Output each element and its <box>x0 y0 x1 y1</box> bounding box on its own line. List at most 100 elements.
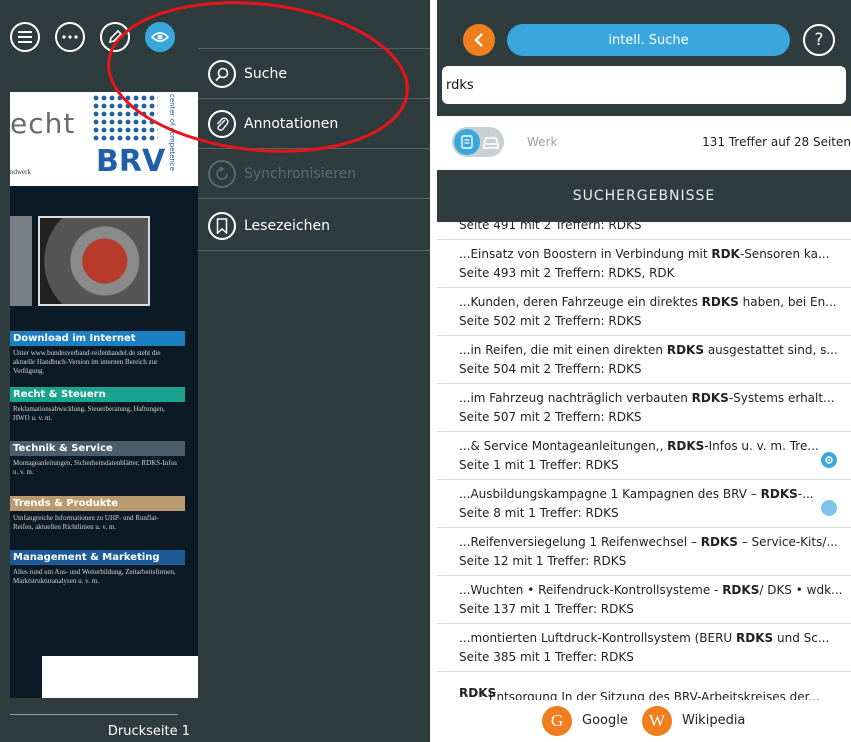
book-icon <box>454 129 480 155</box>
wikipedia-label[interactable]: Wikipedia <box>682 713 745 728</box>
help-button[interactable]: ? <box>803 24 835 56</box>
google-label[interactable]: Google <box>582 713 628 728</box>
drawer-item-annotationen[interactable]: Annotationen <box>198 99 430 149</box>
list-item[interactable]: ...Einsatz von Boostern in Verbindung mi… <box>437 240 851 288</box>
document-photo <box>38 216 150 306</box>
list-item[interactable]: ...in Reifen, die mit einen direkten RDK… <box>437 336 851 384</box>
results-header: SUCHERGEBNISSE <box>437 170 851 222</box>
filter-bar: Werk 131 Treffer auf 28 Seiten <box>437 116 851 170</box>
result-snippet: RDKS: Entsorgung In der Sitzung des BRV-… <box>459 686 820 700</box>
pen-button[interactable] <box>100 22 130 52</box>
wikipedia-icon[interactable]: W <box>642 706 672 736</box>
result-meta: Seite 12 mit 1 Treffer: RDKS <box>459 554 627 568</box>
reader-panel: echt ndwerk BRV center of competence Dow… <box>0 0 430 742</box>
section-text-download: Unter www.bundesverband-reifenhandel.de … <box>13 349 161 375</box>
drawer-item-label: Lesezeichen <box>244 217 330 234</box>
bookmark-icon <box>208 211 236 240</box>
result-snippet: ...im Fahrzeug nachträglich verbauten RD… <box>459 391 835 405</box>
menu-icon <box>18 31 32 43</box>
paperclip-icon <box>208 109 236 138</box>
document-photo-left <box>10 216 32 306</box>
result-snippet: ...Kunden, deren Fahrzeuge ein direktes … <box>459 295 837 309</box>
scope-toggle[interactable] <box>452 127 504 157</box>
section-title-recht: Recht & Steuern <box>10 387 185 402</box>
list-item[interactable]: ...Ausbildungskampagne 1 Kampagnen des B… <box>437 480 851 528</box>
result-meta: Seite 491 mit 2 Treffern: RDKS <box>459 222 642 232</box>
list-item[interactable]: RDKS: Entsorgung In der Sitzung des BRV-… <box>437 682 851 700</box>
list-item[interactable]: ...montierten Luftdruck-Kontrollsystem (… <box>437 624 851 672</box>
drawer-item-suche[interactable]: Suche <box>198 49 430 99</box>
result-count: 131 Treffer auf 28 Seiten <box>702 135 851 149</box>
list-item[interactable]: ...Kunden, deren Fahrzeuge ein direktes … <box>437 288 851 336</box>
pen-icon <box>108 30 122 44</box>
results-header-label: SUCHERGEBNISSE <box>572 188 716 204</box>
section-text-trends: Umfangreiche Informationen zu UHP- und R… <box>13 514 159 531</box>
search-mode-button[interactable]: intell. Suche <box>507 24 790 56</box>
sync-icon <box>208 159 236 188</box>
scroll-indicator[interactable] <box>821 500 837 516</box>
car-icon <box>483 137 499 149</box>
result-meta: Seite 385 mit 1 Treffer: RDKS <box>459 650 634 664</box>
list-item[interactable]: ...im Fahrzeug nachträglich verbauten RD… <box>437 384 851 432</box>
result-snippet: ...Wuchten • Reifendruck-Kontrollsysteme… <box>459 583 843 597</box>
search-panel: intell. Suche ? Werk 131 Treffer auf 28 … <box>437 0 851 742</box>
result-meta: Seite 493 mit 2 Treffern: RDKS, RDK <box>459 266 675 280</box>
section-text-technik: Montageanleitungen, Sicherheitsdatenblät… <box>13 459 177 476</box>
section-title-management: Management & Marketing <box>10 550 185 565</box>
help-icon: ? <box>814 30 824 50</box>
side-drawer: Suche Annotationen Synchronisieren Lesez… <box>198 0 430 742</box>
menu-button[interactable] <box>10 22 40 52</box>
more-icon <box>62 35 78 39</box>
section-title-trends: Trends & Produkte <box>10 496 185 511</box>
result-snippet: ...montierten Luftdruck-Kontrollsystem (… <box>459 631 830 645</box>
drawer-item-label: Synchronisieren <box>244 165 357 182</box>
document-footer-block <box>10 656 42 698</box>
result-meta: Seite 504 mit 2 Treffern: RDKS <box>459 362 642 376</box>
search-icon <box>208 59 236 88</box>
gear-icon <box>825 456 833 464</box>
result-meta: Seite 8 mit 1 Treffer: RDKS <box>459 506 619 520</box>
search-mode-label: intell. Suche <box>608 32 689 48</box>
search-input[interactable] <box>442 66 846 104</box>
drawer-item-label: Suche <box>244 65 287 82</box>
brand-text: echt <box>10 107 76 140</box>
eye-button[interactable] <box>145 22 175 52</box>
back-button[interactable] <box>463 24 495 56</box>
drawer-item-lesezeichen[interactable]: Lesezeichen <box>198 201 430 251</box>
result-snippet: ...Reifenversiegelung 1 Reifenwechsel – … <box>459 535 838 549</box>
section-title-download: Download im Internet <box>10 331 185 346</box>
reader-bottom-bar: Druckseite 1 <box>10 698 200 742</box>
logo-text: BRV <box>96 144 166 179</box>
brand-subtext: ndwerk <box>10 168 31 176</box>
list-item[interactable]: Seite 491 mit 2 Treffern: RDKS <box>437 222 851 240</box>
left-edge <box>0 0 10 742</box>
search-header: intell. Suche ? <box>437 0 851 116</box>
logo-dot-pattern <box>92 94 158 142</box>
google-icon[interactable]: G <box>542 706 572 736</box>
page-label: Druckseite 1 <box>107 724 190 739</box>
section-title-technik: Technik & Service <box>10 441 185 456</box>
result-snippet: ...& Service Montageanleitungen,, RDKS-I… <box>459 439 819 453</box>
logo-vertical-text: center of competence <box>168 94 176 172</box>
list-item[interactable]: ...Wuchten • Reifendruck-Kontrollsysteme… <box>437 576 851 624</box>
result-meta: Seite 137 mit 1 Treffer: RDKS <box>459 602 634 616</box>
section-text-management: Alles rund um Aus- und Weiterbildung, Ze… <box>13 568 176 585</box>
result-snippet: ...Ausbildungskampagne 1 Kampagnen des B… <box>459 487 814 501</box>
list-item[interactable]: ...& Service Montageanleitungen,, RDKS-I… <box>437 432 851 480</box>
filter-label: Werk <box>527 135 558 149</box>
list-item[interactable]: ...Reifenversiegelung 1 Reifenwechsel – … <box>437 528 851 576</box>
eye-icon <box>151 32 169 42</box>
result-meta: Seite 502 mit 2 Treffern: RDKS <box>459 314 642 328</box>
external-search-bar: G Google W Wikipedia <box>437 700 851 742</box>
drawer-item-synchronisieren[interactable]: Synchronisieren <box>198 149 430 199</box>
more-button[interactable] <box>55 22 85 52</box>
brv-logo: BRV <box>90 92 166 182</box>
result-snippet: ...Einsatz von Boostern in Verbindung mi… <box>459 247 830 261</box>
section-text-recht: Reklamationsabwicklung, Steuerberatung, … <box>13 405 165 422</box>
page-slider[interactable] <box>10 714 178 715</box>
result-snippet: ...in Reifen, die mit einen direkten RDK… <box>459 343 838 357</box>
settings-fab[interactable] <box>821 452 837 468</box>
document-header: echt ndwerk BRV center of competence <box>10 92 200 182</box>
reader-toolbar <box>0 0 200 92</box>
drawer-item-label: Annotationen <box>244 115 339 132</box>
